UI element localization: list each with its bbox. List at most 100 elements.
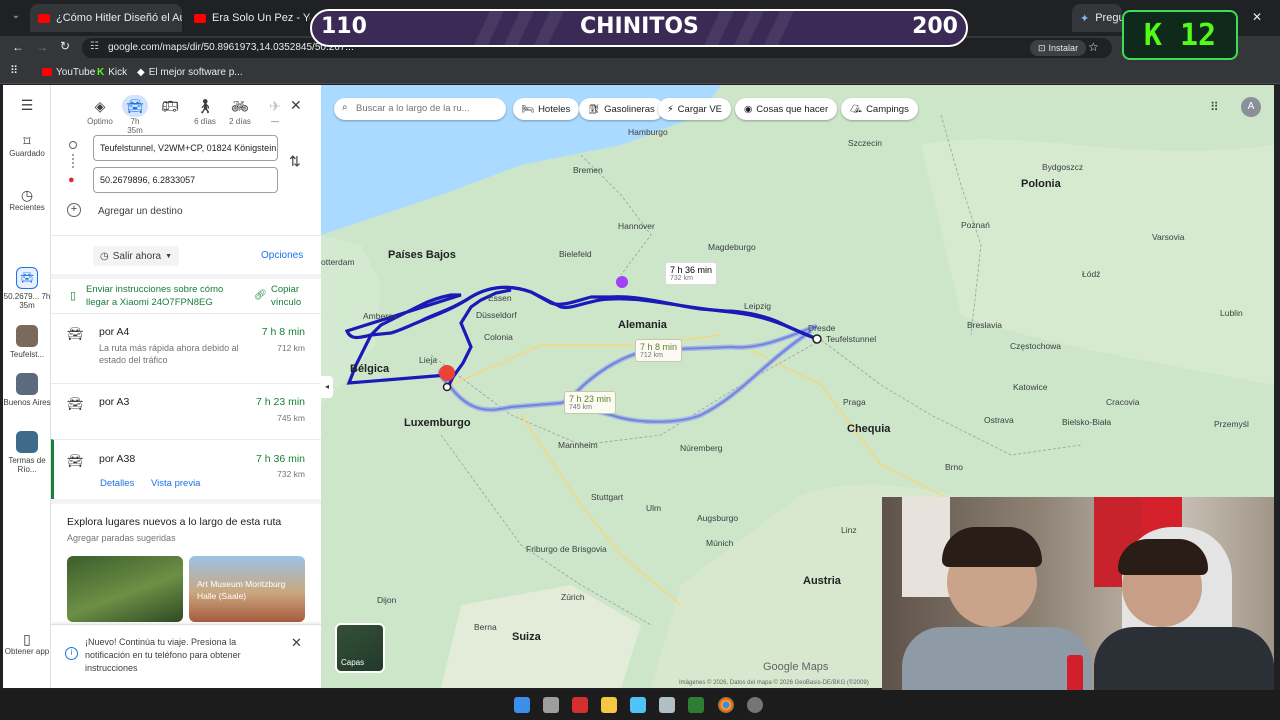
city-label: Bydgoszcz [1042, 162, 1084, 172]
close-icon[interactable]: ✕ [291, 635, 302, 651]
star-icon[interactable]: ☆ [1088, 40, 1099, 54]
rail-saved[interactable]: ⌑ Guardado [3, 134, 51, 158]
route-option-selected[interactable]: 🚘︎ por A38 7 h 36 min 732 km Detalles Vi… [51, 439, 321, 499]
rail-label: 50.2679... 7h 35m [3, 292, 51, 310]
layers-button[interactable]: Capas [335, 623, 385, 673]
chip-things[interactable]: ◉ Cosas que hacer [735, 98, 838, 120]
route-name: por A3 [99, 396, 130, 408]
mode-label: 7h 35m [127, 117, 143, 135]
city-label: Bielsko-Biała [1062, 417, 1112, 427]
chip-gas[interactable]: ⛽︎ Gasolineras [579, 98, 664, 120]
menu-button[interactable]: ☰ [3, 98, 51, 113]
rail-teufelstunnel[interactable]: Teufelst... [3, 325, 51, 359]
rail-recent[interactable]: ◷ Recientes [3, 188, 51, 212]
back-icon[interactable]: ← [12, 40, 24, 54]
search-along-route-input[interactable]: ⌕ Buscar a lo largo de la ru... [334, 98, 506, 120]
preview-link[interactable]: Vista previa [151, 478, 200, 489]
mode-walk[interactable]: 🚶︎ 6 días [192, 95, 218, 135]
copy-link-button[interactable]: Copiar vínculo [271, 283, 311, 309]
car-icon: 🚘︎ [16, 267, 38, 289]
chip-label: Gasolineras [604, 103, 655, 115]
city-label: Ostrava [984, 415, 1014, 425]
maps-side-rail: ☰ ⌑ Guardado ◷ Recientes 🚘︎ 50.2679... 7h 3… [3, 85, 51, 688]
window-close-button[interactable]: ✕ [1252, 10, 1262, 24]
route-option[interactable]: 🚘︎ por A3 7 h 23 min 745 km [51, 383, 321, 439]
store-icon[interactable] [630, 697, 646, 713]
close-directions-icon[interactable]: ✕ [290, 97, 302, 114]
rail-get-app[interactable]: ▯ Obtener app [3, 632, 51, 656]
collapse-panel-button[interactable]: ◂ [321, 376, 333, 398]
chip-ev[interactable]: ⚡︎ Cargar VE [658, 98, 732, 120]
chip-hotels[interactable]: 🛏︎ Hoteles [513, 98, 580, 120]
rail-route[interactable]: 🚘︎ 50.2679... 7h 35m [3, 267, 51, 310]
install-label: Instalar [1048, 43, 1079, 53]
tent-icon: ⛺︎ [850, 103, 863, 115]
apps-icon[interactable]: ⠿ [10, 64, 18, 77]
options-link[interactable]: Opciones [261, 250, 303, 261]
forward-icon[interactable]: → [36, 40, 48, 54]
gas-icon: ⛽︎ [588, 103, 601, 115]
send-instructions-link[interactable]: Enviar instrucciones sobre cómo llegar a… [86, 283, 236, 309]
mode-car[interactable]: 🚘︎ 7h 35m [122, 95, 148, 135]
search-icon: ⌕ [342, 102, 348, 113]
city-label: Lieja [419, 355, 437, 365]
bookmark-software[interactable]: ◆ El mejor software p... [137, 63, 243, 81]
mode-optimo[interactable]: ◈ Óptimo [87, 95, 113, 135]
place-thumbnail [16, 325, 38, 347]
add-icon[interactable]: + [67, 203, 81, 217]
depart-dropdown[interactable]: ◷ Salir ahora ▼ [93, 246, 180, 266]
city-label: Ulm [646, 503, 662, 513]
kick-count: 12 [1179, 17, 1217, 53]
tab-search-button[interactable]: ⌄ [8, 10, 24, 26]
avatar[interactable]: A [1241, 97, 1261, 117]
route-badge[interactable]: 7 h 8 min 712 km [635, 339, 683, 362]
route-badge-selected[interactable]: 7 h 36 min 732 km [665, 262, 718, 285]
bookmark-label: Kick [108, 66, 128, 78]
bus-icon: 🚌︎ [161, 98, 179, 114]
chip-camping[interactable]: ⛺︎ Campings [841, 98, 918, 120]
city-label: Berna [474, 622, 497, 632]
route-option[interactable]: 🚘︎ por A4 La ruta más rápida ahora debid… [51, 313, 321, 383]
rail-termas[interactable]: Termas de Río... [3, 431, 51, 474]
destination-input[interactable]: 50.2679896, 6.2833057 [93, 167, 278, 193]
place-thumbnail [16, 431, 38, 453]
origin-input[interactable]: Teufelstunnel, V2WM+CP, 01824 Königstein [93, 135, 278, 161]
car-icon: 🚘︎ [67, 396, 84, 411]
rail-buenos-aires[interactable]: Buenos Aires [3, 373, 51, 407]
suggestion-card[interactable]: Art Museum Moritzburg Halle (Saale) [189, 556, 305, 622]
mode-flight[interactable]: ✈︎ — [262, 95, 288, 135]
youtube-icon [42, 68, 52, 76]
calculator-icon[interactable] [659, 697, 675, 713]
swap-icon[interactable]: ⇅ [289, 153, 301, 170]
chip-label: Cosas que hacer [756, 103, 829, 115]
map-attribution: Imágenes © 2026, Datos del mapa © 2026 G… [679, 680, 869, 686]
suggestion-card[interactable] [67, 556, 183, 622]
folder-icon[interactable] [601, 697, 617, 713]
install-button[interactable]: ⊡ Instalar [1030, 40, 1087, 56]
tab-right[interactable]: ✦ Pregunt [1072, 4, 1122, 32]
bookmark-youtube[interactable]: YouTube [42, 63, 95, 81]
site-info-icon[interactable]: ☷ [90, 41, 99, 52]
details-link[interactable]: Detalles [100, 478, 134, 489]
route-badge[interactable]: 7 h 23 min 745 km [564, 391, 617, 414]
route-name: por A4 [99, 326, 130, 338]
terminal-icon[interactable] [688, 697, 704, 713]
apps-grid-icon[interactable]: ⠿ [1210, 100, 1219, 114]
city-label: Linz [841, 525, 857, 535]
app-l-icon[interactable] [572, 697, 588, 713]
windows-icon[interactable] [514, 697, 530, 713]
mode-bike[interactable]: 🚲︎ 2 días [227, 95, 253, 135]
webcam-feed [882, 497, 1274, 720]
city-label: Breslavia [967, 320, 1002, 330]
reload-icon[interactable]: ↻ [60, 39, 70, 53]
taskview-icon[interactable] [543, 697, 559, 713]
chrome-icon[interactable] [718, 697, 734, 713]
mode-transit[interactable]: 🚌︎ [157, 95, 183, 135]
tab-0[interactable]: ¿Cómo Hitler Diseñó el Auto Pl ✕ [30, 4, 182, 32]
add-destination-link[interactable]: Agregar un destino [98, 206, 183, 217]
link-icon: 🔗︎ [254, 290, 267, 301]
explore-subtitle: Agregar paradas sugeridas [67, 533, 176, 543]
tab-1[interactable]: Era Solo Un Pez - YouTube [186, 4, 310, 32]
settings-icon[interactable] [747, 697, 763, 713]
bookmark-kick[interactable]: K Kick [97, 63, 127, 81]
